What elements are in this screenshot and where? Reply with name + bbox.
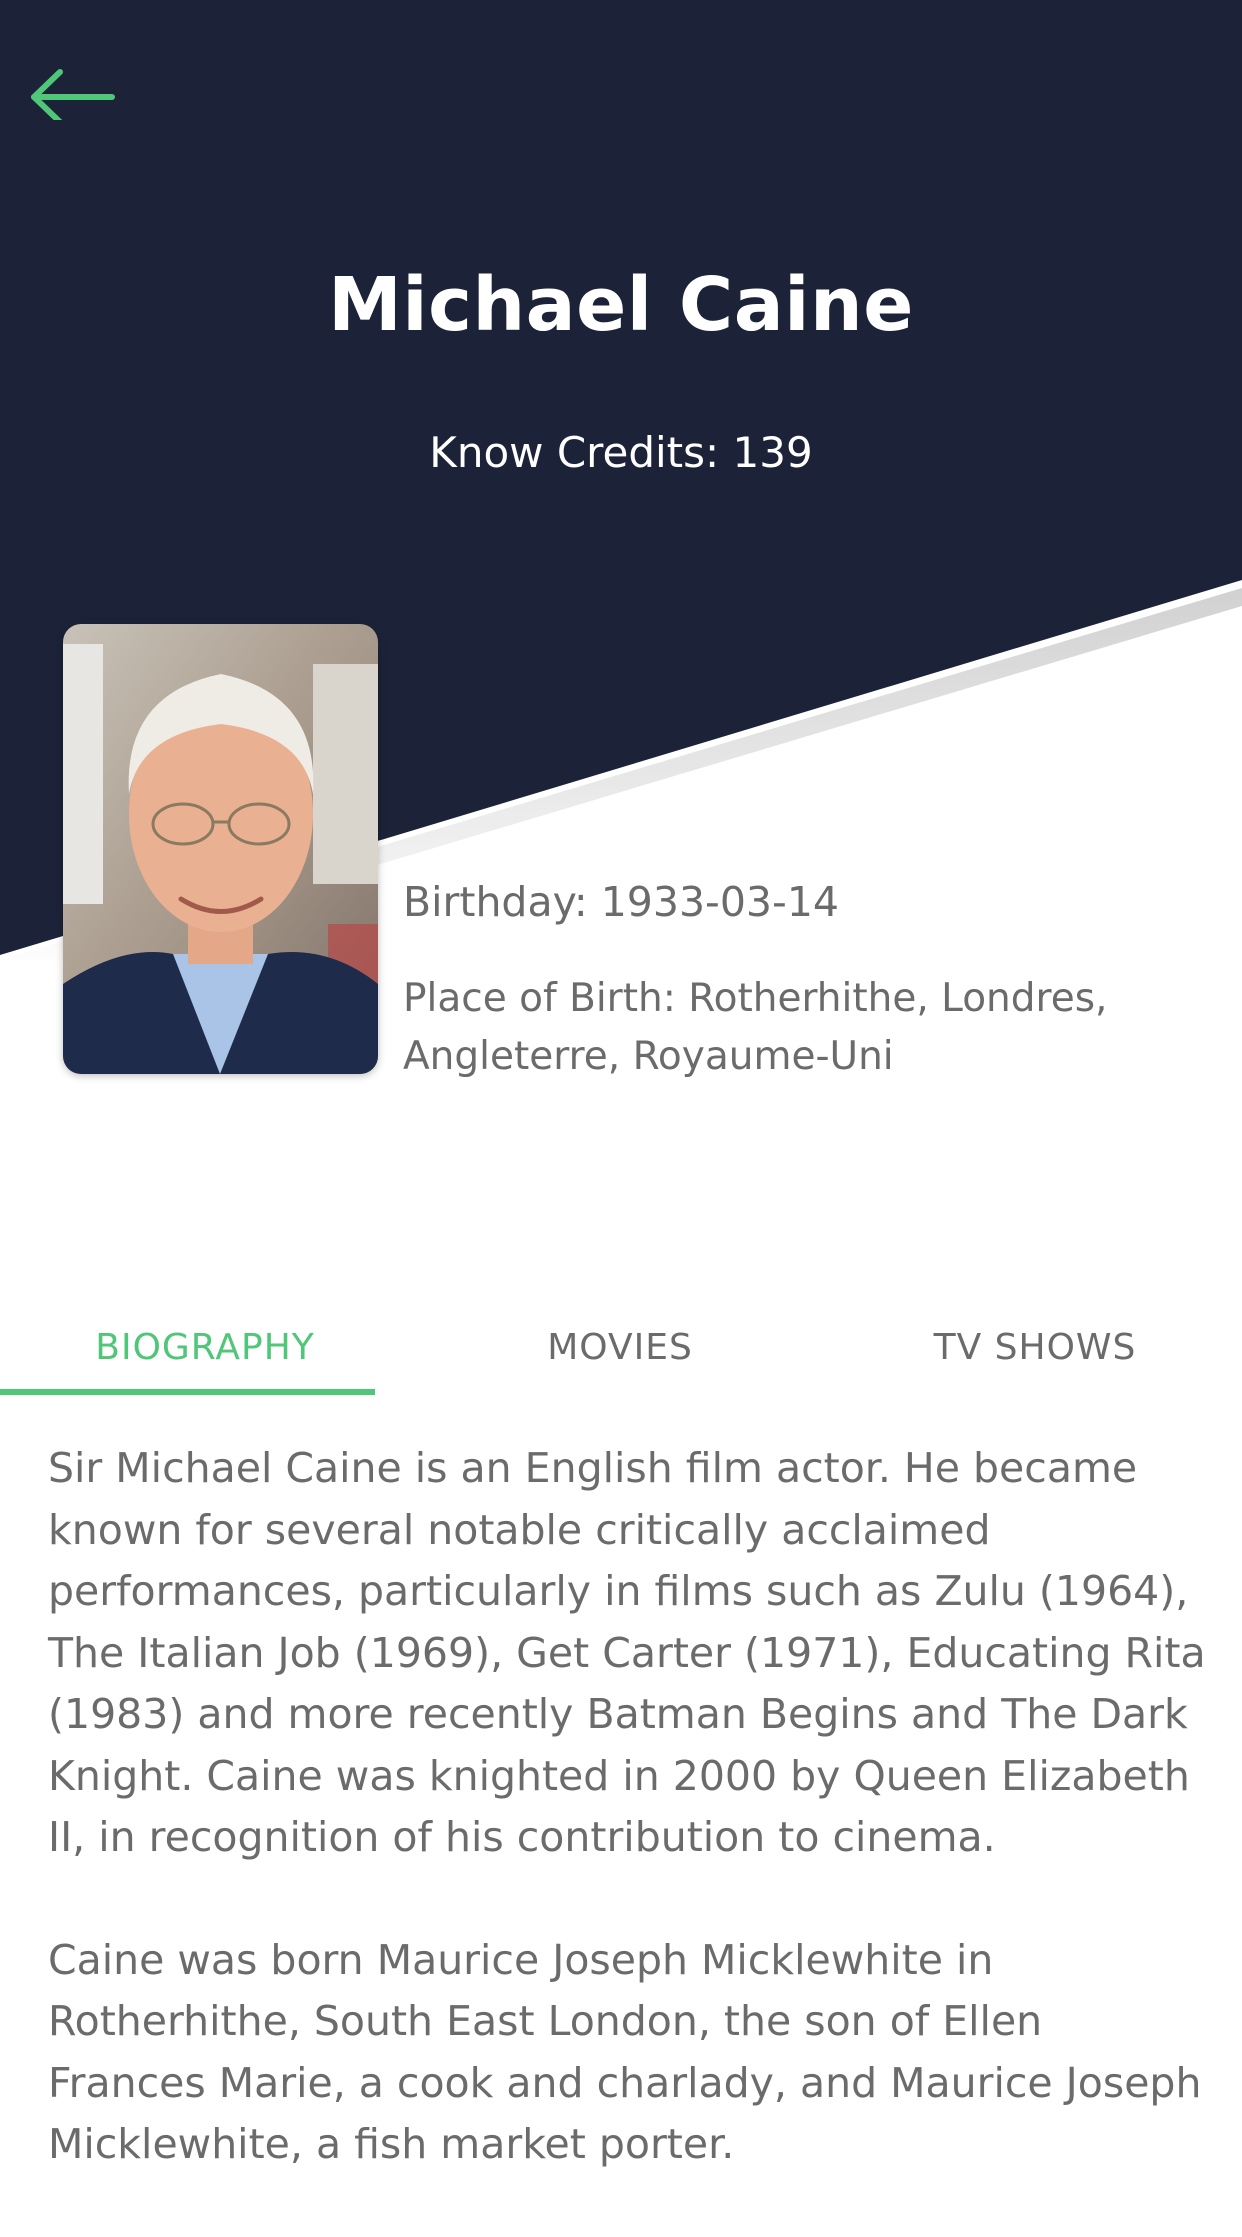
birthday: Birthday: 1933-03-14 [403, 878, 839, 926]
place-of-birth: Place of Birth: Rotherhithe, Londres, An… [403, 976, 1108, 1079]
tab-tv-shows[interactable]: TV SHOWS [830, 1300, 1240, 1396]
biography-paragraph: Caine was born Maurice Joseph Micklewhit… [48, 1935, 1202, 2169]
tab-movies[interactable]: MOVIES [410, 1300, 830, 1396]
tab-biography[interactable]: BIOGRAPHY [0, 1300, 410, 1396]
back-button[interactable] [28, 60, 128, 136]
biography-text: Sir Michael Caine is an English film act… [48, 1438, 1208, 2237]
profile-photo [63, 624, 378, 1074]
tab-bar: BIOGRAPHY MOVIES TV SHOWS [0, 1300, 1242, 1400]
arrow-left-icon [31, 69, 115, 120]
known-credits: Know Credits: 139 [429, 428, 813, 477]
person-name: Michael Caine [328, 262, 914, 348]
biography-paragraph: Sir Michael Caine is an English film act… [48, 1444, 1206, 1861]
active-tab-indicator [0, 1389, 375, 1395]
